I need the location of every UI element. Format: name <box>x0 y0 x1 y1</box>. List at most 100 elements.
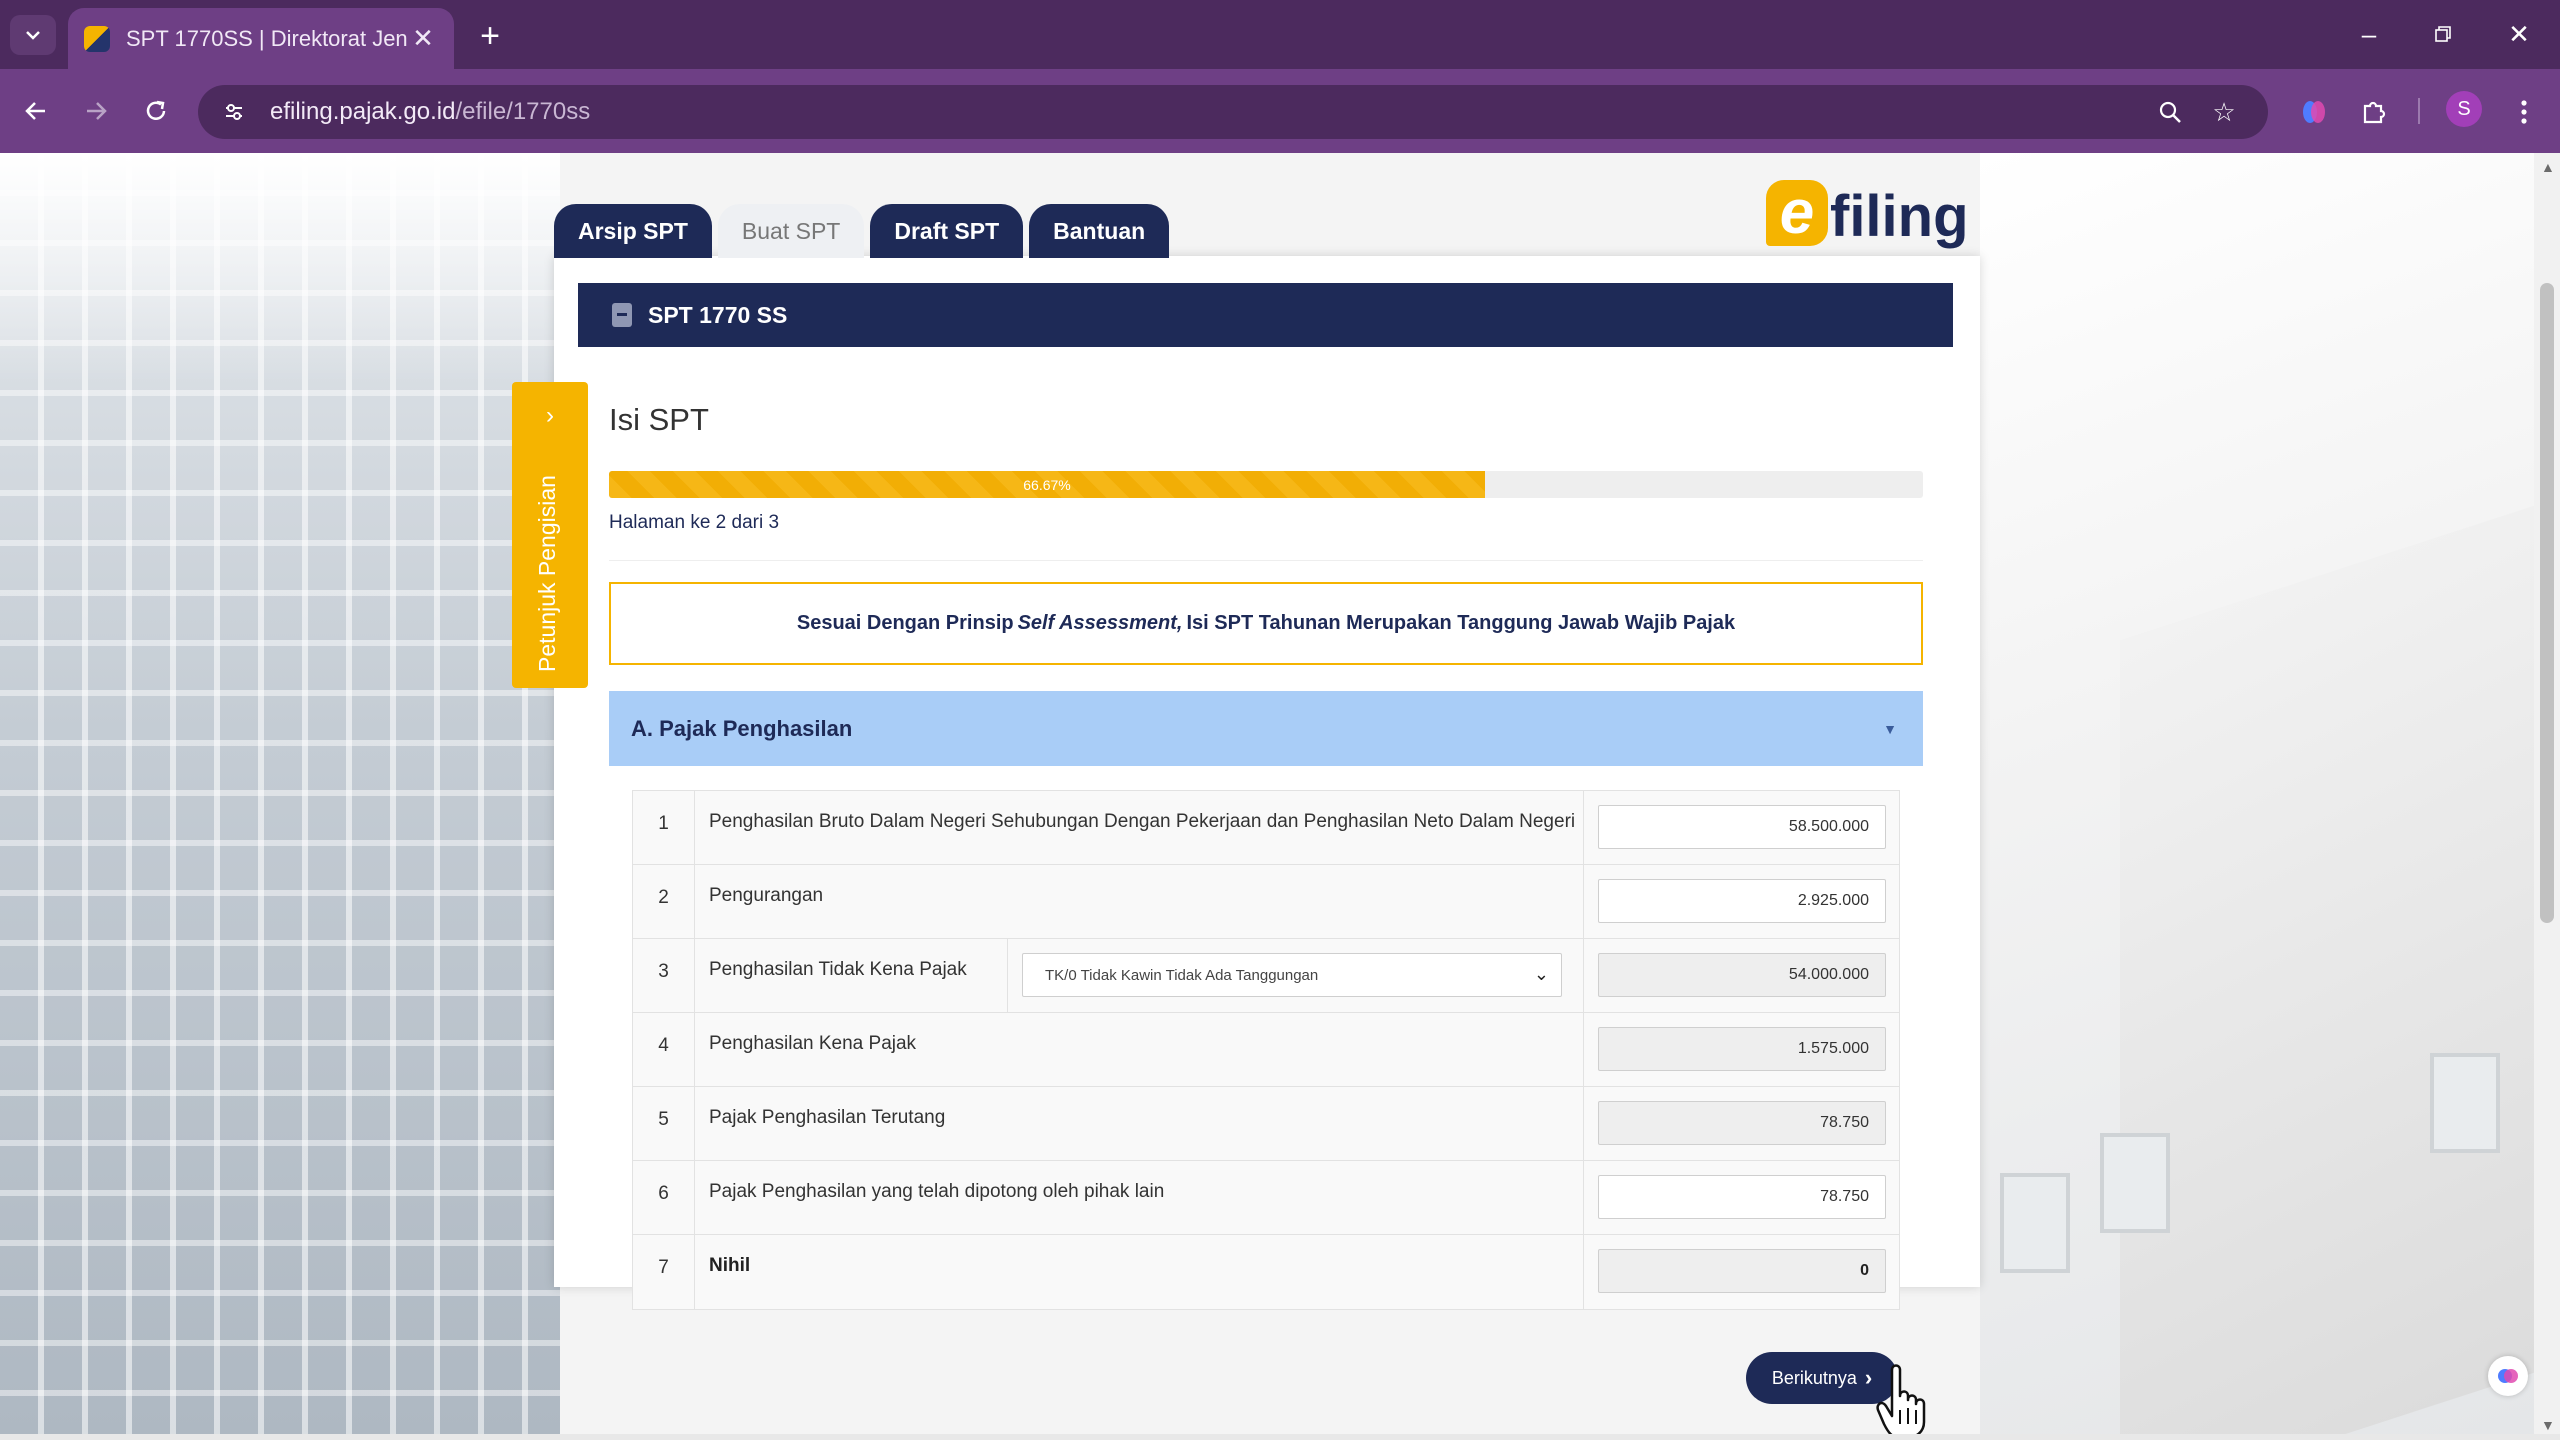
browser-tab-title: SPT 1770SS | Direktorat Jenderal <box>126 25 408 51</box>
row-number: 7 <box>633 1235 695 1309</box>
ptkp-status-select[interactable]: TK/0 Tidak Kawin Tidak Ada Tanggungan ⌄ <box>1022 953 1562 997</box>
value-cell: 54.000.000 <box>1583 939 1899 1012</box>
profile-avatar[interactable]: S <box>2446 91 2482 127</box>
background-wall <box>2120 505 2534 1440</box>
row-label: Pajak Penghasilan Terutang <box>709 1107 946 1128</box>
row-label: Penghasilan Bruto Dalam Negeri Sehubunga… <box>709 811 1576 832</box>
extension-icon[interactable] <box>2292 90 2336 134</box>
card-header-title: SPT 1770 SS <box>648 301 788 328</box>
logo-text: filing <box>1830 184 1969 249</box>
background-window <box>2430 1053 2500 1153</box>
efiling-logo: e filing <box>1766 166 1969 246</box>
browser-tab-strip: SPT 1770SS | Direktorat Jenderal ✕ + – ✕ <box>0 0 2560 69</box>
side-panel-toggle[interactable]: › Petunjuk Pengisian <box>512 382 588 688</box>
nav-tabs: Arsip SPT Buat SPT Draft SPT Bantuan <box>554 204 1175 258</box>
notice-emphasis: Self Assessment, <box>1017 612 1183 634</box>
bruto-input[interactable]: 58.500.000 <box>1598 805 1886 849</box>
table-row: 1 Penghasilan Bruto Dalam Negeri Sehubun… <box>633 791 1899 865</box>
row-number: 6 <box>633 1161 695 1234</box>
background-sky <box>0 153 560 383</box>
browser-menu-icon[interactable] <box>2502 90 2546 134</box>
scroll-up-icon[interactable]: ▲ <box>2541 160 2555 174</box>
row-label: Pengurangan <box>709 885 824 906</box>
divider <box>609 560 1923 561</box>
ptkp-value-field: 54.000.000 <box>1598 953 1886 997</box>
caret-down-icon: ▼ <box>1883 721 1897 737</box>
value-cell: 78.750 <box>1583 1161 1899 1234</box>
back-icon[interactable] <box>14 89 58 133</box>
row-label: Penghasilan Kena Pajak <box>709 1033 917 1054</box>
accordion-pajak-penghasilan[interactable]: A. Pajak Penghasilan ▼ <box>609 691 1923 766</box>
browser-toolbar: efiling.pajak.go.id/efile/1770ss ☆ <box>0 69 2560 153</box>
pkp-value-field: 1.575.000 <box>1598 1027 1886 1071</box>
pph-dipotong-input[interactable]: 78.750 <box>1598 1175 1886 1219</box>
value-cell: 2.925.000 <box>1583 865 1899 938</box>
select-cell: TK/0 Tidak Kawin Tidak Ada Tanggungan ⌄ <box>1007 939 1583 1012</box>
progress-bar: 66.67% <box>609 471 1923 498</box>
card-header: SPT 1770 SS <box>578 283 1953 347</box>
chevron-down-icon: ⌄ <box>1533 964 1549 984</box>
page-indicator: Halaman ke 2 dari 3 <box>609 512 780 533</box>
chevron-right-icon: › <box>546 402 554 429</box>
tab-bantuan[interactable]: Bantuan <box>1029 204 1170 258</box>
hand-cursor-icon <box>1876 1364 1926 1440</box>
tab-buat-spt[interactable]: Buat SPT <box>717 204 865 258</box>
row-number: 1 <box>633 791 695 864</box>
self-assessment-notice: Sesuai Dengan Prinsip Self Assessment, I… <box>609 582 1923 665</box>
tax-table: 1 Penghasilan Bruto Dalam Negeri Sehubun… <box>632 790 1900 1310</box>
site-info-icon[interactable] <box>214 92 254 132</box>
nihil-value-field: 0 <box>1598 1249 1886 1293</box>
reload-icon[interactable] <box>134 89 178 133</box>
value-cell: 78.750 <box>1583 1087 1899 1160</box>
toolbar-separator <box>2418 98 2420 124</box>
minimize-icon[interactable]: – <box>2346 14 2392 54</box>
close-tab-icon[interactable]: ✕ <box>408 23 438 54</box>
row-number: 4 <box>633 1013 695 1086</box>
forward-icon[interactable] <box>74 89 118 133</box>
address-bar[interactable]: efiling.pajak.go.id/efile/1770ss ☆ <box>198 85 2268 139</box>
scroll-down-icon[interactable]: ▼ <box>2541 1418 2555 1432</box>
tab-search-button[interactable] <box>10 15 56 55</box>
progress-fill: 66.67% <box>609 471 1486 498</box>
row-label: Pajak Penghasilan yang telah dipotong ol… <box>709 1181 1165 1202</box>
table-row: 2 Pengurangan 2.925.000 <box>633 865 1899 939</box>
extensions-puzzle-icon[interactable] <box>2352 90 2396 134</box>
bookmark-star-icon[interactable]: ☆ <box>2204 92 2244 132</box>
floating-assistant-icon[interactable] <box>2488 1356 2528 1396</box>
notice-text-after: Isi SPT Tahunan Merupakan Tanggung Jawab… <box>1186 612 1736 634</box>
notice-text-before: Sesuai Dengan Prinsip <box>796 612 1014 634</box>
value-cell: 1.575.000 <box>1583 1013 1899 1086</box>
favicon-icon <box>84 25 110 52</box>
new-tab-button[interactable]: + <box>470 16 510 56</box>
close-window-icon[interactable]: ✕ <box>2496 14 2542 54</box>
pengurangan-input[interactable]: 2.925.000 <box>1598 879 1886 923</box>
row-label: Penghasilan Tidak Kena Pajak <box>709 959 967 980</box>
zoom-icon[interactable] <box>2150 92 2190 132</box>
url-host: efiling.pajak.go.id <box>270 98 456 125</box>
table-row: 6 Pajak Penghasilan yang telah dipotong … <box>633 1161 1899 1235</box>
row-number: 3 <box>633 939 695 1012</box>
value-cell: 0 <box>1583 1235 1899 1309</box>
restore-icon[interactable] <box>2420 14 2466 54</box>
scrollbar-thumb[interactable] <box>2540 283 2554 923</box>
url-text: efiling.pajak.go.id/efile/1770ss <box>270 98 590 126</box>
tab-arsip-spt[interactable]: Arsip SPT <box>554 204 712 258</box>
background-window <box>2100 1133 2170 1233</box>
accordion-title: A. Pajak Penghasilan <box>631 715 853 741</box>
background-window <box>2000 1173 2070 1273</box>
select-value: TK/0 Tidak Kawin Tidak Ada Tanggungan <box>1045 966 1319 984</box>
value-cell: 58.500.000 <box>1583 791 1899 864</box>
page-scrollbar[interactable]: ▲ ▼ <box>2534 153 2560 1440</box>
pph-terutang-field: 78.750 <box>1598 1101 1886 1145</box>
chevron-down-icon <box>26 31 40 40</box>
form-title: Isi SPT <box>609 402 709 437</box>
document-icon <box>612 303 632 327</box>
browser-tab-active[interactable]: SPT 1770SS | Direktorat Jenderal ✕ <box>68 8 454 69</box>
bottom-edge <box>0 1434 2560 1440</box>
tab-draft-spt[interactable]: Draft SPT <box>870 204 1024 258</box>
table-row: 4 Penghasilan Kena Pajak 1.575.000 <box>633 1013 1899 1087</box>
row-number: 2 <box>633 865 695 938</box>
table-row: 5 Pajak Penghasilan Terutang 78.750 <box>633 1087 1899 1161</box>
logo-e-mark: e <box>1766 180 1828 246</box>
table-row: 7 Nihil 0 <box>633 1235 1899 1309</box>
